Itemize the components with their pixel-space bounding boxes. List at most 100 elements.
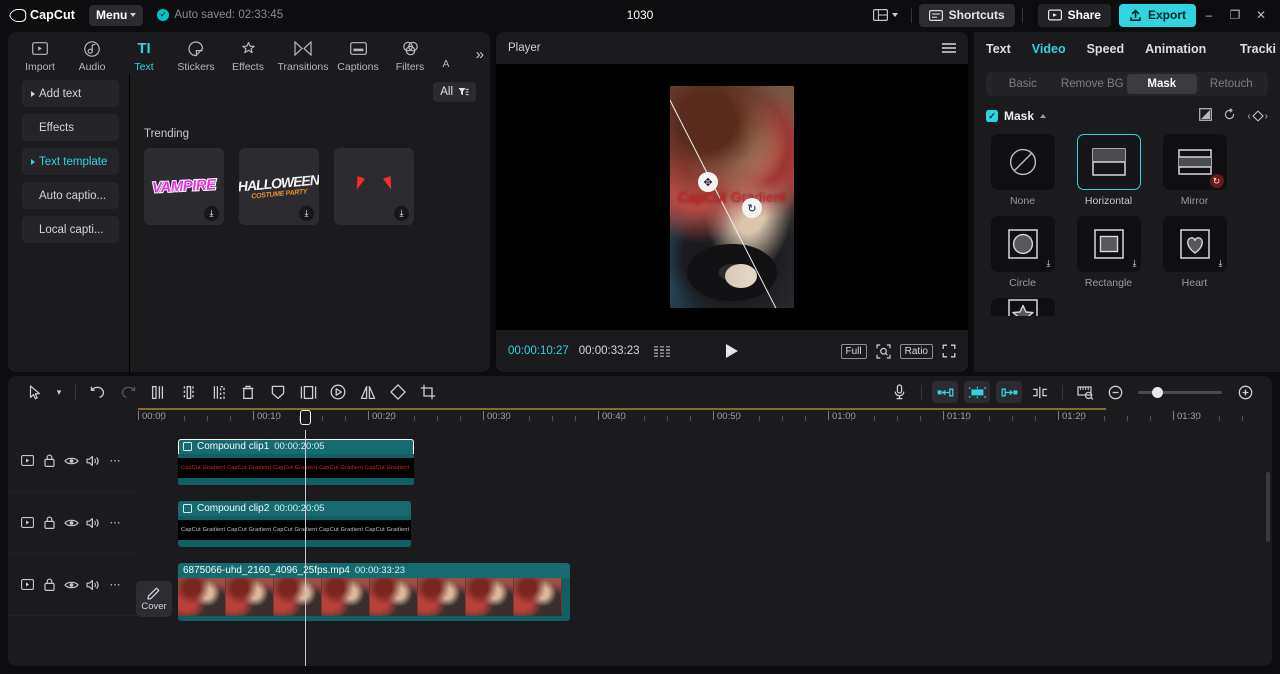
chevron-up-icon[interactable] [1040, 114, 1046, 118]
more-icon[interactable]: ⋯ [104, 450, 126, 472]
zoom-out-icon[interactable] [1100, 377, 1130, 407]
shortcuts-button[interactable]: Shortcuts [919, 4, 1015, 27]
tab-animation[interactable]: Animation [1145, 42, 1206, 56]
ratio-button[interactable]: Ratio [900, 344, 933, 359]
ruler-icon[interactable] [1070, 377, 1100, 407]
share-button[interactable]: Share [1038, 4, 1111, 27]
crop-frame-icon[interactable] [293, 377, 323, 407]
more-icon[interactable]: ⋯ [104, 574, 126, 596]
sidebar-item-add-text[interactable]: Add text [22, 80, 119, 107]
playhead-handle[interactable] [300, 410, 311, 425]
keyframe-add-button[interactable] [964, 381, 990, 403]
diamond-keyframe-icon[interactable] [1252, 110, 1263, 121]
tab-video[interactable]: Video [1032, 42, 1066, 56]
select-tool-icon[interactable] [20, 377, 50, 407]
subtab-remove-bg[interactable]: Remove BG [1058, 74, 1128, 94]
undo-icon[interactable] [83, 377, 113, 407]
download-icon[interactable]: ⤓ [299, 206, 314, 221]
keyframe-next-button[interactable] [996, 381, 1022, 403]
redo-icon[interactable] [113, 377, 143, 407]
eye-icon[interactable] [60, 450, 82, 472]
marker-icon[interactable] [1025, 377, 1055, 407]
mask-enable-checkbox[interactable]: ✓ [986, 110, 998, 122]
menu-button[interactable]: Menu [89, 5, 143, 26]
split-right-icon[interactable] [203, 377, 233, 407]
tab-import[interactable]: Import [14, 36, 66, 73]
subtab-retouch[interactable]: Retouch [1197, 74, 1267, 94]
video-preview[interactable]: CapCut Gradient ✥ ↻ [670, 86, 794, 308]
reset-icon[interactable] [1223, 108, 1236, 124]
overlay-text[interactable]: CapCut Gradient [678, 189, 786, 205]
tab-adjustment[interactable]: A [436, 36, 456, 70]
frame-step-icon[interactable] [654, 346, 670, 357]
chevron-double-right-icon[interactable]: » [476, 46, 484, 63]
eye-icon[interactable] [60, 512, 82, 534]
timeline-clip[interactable]: 6875066-uhd_2160_4096_25fps.mp4 00:00:33… [178, 563, 570, 621]
mask-option-horizontal[interactable]: Horizontal [1072, 134, 1145, 207]
more-icon[interactable]: ⋯ [104, 512, 126, 534]
download-icon[interactable]: ⤓ [1133, 258, 1137, 269]
download-icon[interactable]: ⤓ [1219, 258, 1223, 269]
timeline-scrollbar[interactable] [1266, 472, 1270, 542]
split-icon[interactable] [173, 377, 203, 407]
mask-option-heart[interactable]: ⤓ Heart [1158, 216, 1231, 289]
mask-option-mirror[interactable]: ↻ Mirror [1158, 134, 1231, 207]
lock-icon[interactable] [38, 574, 60, 596]
track-type-icon[interactable] [16, 512, 38, 534]
mask-option-star[interactable] [986, 298, 1059, 316]
export-button[interactable]: Export [1119, 4, 1196, 27]
subtab-mask[interactable]: Mask [1127, 74, 1197, 94]
hamburger-icon[interactable] [942, 43, 956, 53]
player-stage[interactable]: CapCut Gradient ✥ ↻ [496, 64, 968, 330]
close-button[interactable]: ✕ [1248, 3, 1274, 27]
tab-effects[interactable]: Effects [222, 36, 274, 73]
tab-audio[interactable]: Audio [66, 36, 118, 73]
timeline-zoom-slider[interactable] [1138, 391, 1222, 394]
minimize-button[interactable]: – [1196, 3, 1222, 27]
volume-icon[interactable] [82, 512, 104, 534]
rotate-icon[interactable] [383, 377, 413, 407]
volume-icon[interactable] [82, 574, 104, 596]
sidebar-item-local-captions[interactable]: Local capti... [22, 216, 119, 243]
mask-rotate-handle[interactable]: ↻ [742, 198, 762, 218]
sidebar-item-text-template[interactable]: Text template [22, 148, 119, 175]
tab-tracking[interactable]: Tracki [1240, 42, 1276, 56]
tab-filters[interactable]: Filters [384, 36, 436, 73]
full-quality-button[interactable]: Full [841, 344, 867, 359]
template-card[interactable]: VAMPIRE ⤓ [144, 148, 224, 225]
tab-stickers[interactable]: Stickers [170, 36, 222, 73]
volume-icon[interactable] [82, 450, 104, 472]
split-left-icon[interactable] [143, 377, 173, 407]
sidebar-item-effects[interactable]: Effects [22, 114, 119, 141]
zoom-slider-handle[interactable] [1152, 387, 1163, 398]
lock-icon[interactable] [38, 512, 60, 534]
template-card[interactable]: ⤓ [334, 148, 414, 225]
mask-option-none[interactable]: None [986, 134, 1059, 207]
subtab-basic[interactable]: Basic [988, 74, 1058, 94]
timeline-clip[interactable]: Compound clip1 00:00:20:05 CapCut Gradie… [178, 439, 414, 485]
chevron-down-icon[interactable]: ▾ [50, 377, 68, 407]
download-icon[interactable]: ⤓ [394, 206, 409, 221]
template-card[interactable]: HALLOWEEN COSTUME PARTY ⤓ [239, 148, 319, 225]
mirror-icon[interactable] [353, 377, 383, 407]
chevron-left-icon[interactable]: ‹ [1247, 111, 1250, 122]
invert-mask-icon[interactable] [1199, 108, 1212, 124]
play-button[interactable] [726, 344, 738, 358]
layout-switcher-button[interactable] [867, 6, 904, 24]
tab-text[interactable]: Text [986, 42, 1011, 56]
microphone-icon[interactable] [884, 377, 914, 407]
tab-captions[interactable]: Captions [332, 36, 384, 73]
track-type-icon[interactable] [16, 574, 38, 596]
freeze-icon[interactable] [263, 377, 293, 407]
delete-icon[interactable] [233, 377, 263, 407]
tab-transitions[interactable]: Transitions [274, 36, 332, 73]
playhead[interactable] [305, 430, 306, 666]
fullscreen-icon[interactable] [942, 344, 956, 358]
crop-icon[interactable] [413, 377, 443, 407]
tab-text[interactable]: TI Text [118, 36, 170, 73]
lock-icon[interactable] [38, 450, 60, 472]
chevron-right-icon[interactable]: › [1265, 111, 1268, 122]
eye-icon[interactable] [60, 574, 82, 596]
sidebar-item-auto-captions[interactable]: Auto captio... [22, 182, 119, 209]
zoom-in-icon[interactable] [1230, 377, 1260, 407]
